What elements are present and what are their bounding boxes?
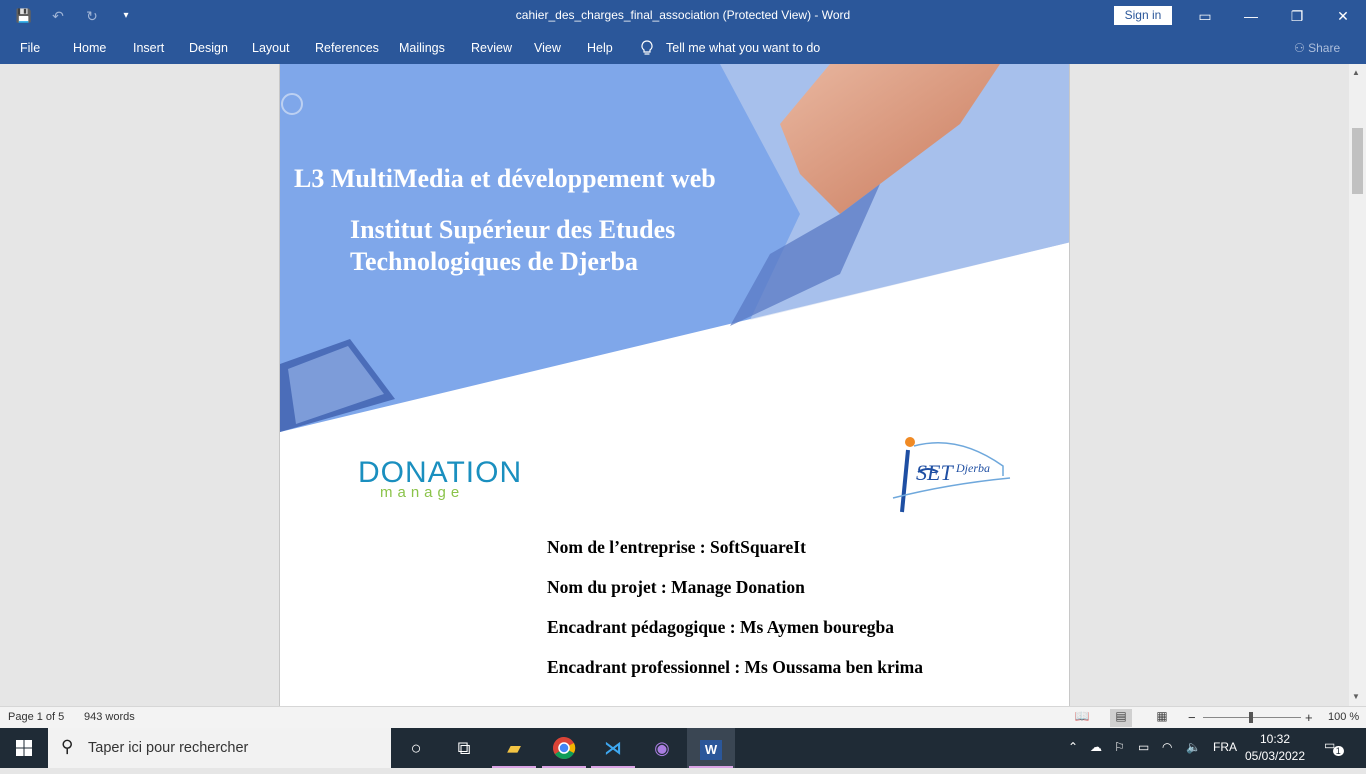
cover-banner: L3 MultiMedia et développement web Insti… [280,64,1069,444]
course-heading: L3 MultiMedia et développement web [294,164,716,193]
read-mode-icon[interactable]: 📖 [1071,709,1093,727]
page-count[interactable]: Page 1 of 5 [8,711,64,723]
battery-icon[interactable]: ▭ [1138,740,1149,754]
professional-supervisor: Encadrant professionnel : Ms Oussama ben… [547,657,923,677]
clock-date: 05/03/2022 [1244,749,1306,763]
vertical-scrollbar[interactable]: ▲ ▼ [1349,64,1366,706]
restore-button[interactable]: ❐ [1274,0,1320,32]
donation-manage-logo: DONATION manage [358,456,522,501]
sign-in-button[interactable]: Sign in [1114,6,1172,25]
person-icon: ⚇ [1294,41,1305,55]
github-desktop-icon[interactable]: ◉ [638,728,686,768]
close-button[interactable]: ✕ [1320,0,1366,32]
zoom-out-button[interactable]: − [1188,710,1196,725]
print-layout-icon[interactable]: ▤ [1110,709,1132,727]
taskbar: ⚲ Taper ici pour rechercher ○ ⧉ ▰ ⋊ ◉ W … [0,728,1366,768]
search-icon: ⚲ [61,737,74,756]
search-placeholder: Taper ici pour rechercher [88,740,249,756]
web-layout-icon[interactable]: ▦ [1151,709,1173,727]
document-area[interactable]: L3 MultiMedia et développement web Insti… [0,64,1366,706]
scrollbar-thumb[interactable] [1352,128,1363,194]
svg-text:Djerba: Djerba [955,461,990,475]
show-hidden-icons-icon[interactable]: ⌃ [1068,740,1078,754]
tab-review[interactable]: Review [471,41,512,55]
tab-references[interactable]: References [315,41,379,55]
project-name: Nom du projet : Manage Donation [547,577,805,597]
status-bar: Page 1 of 5 943 words 📖 ▤ ▦ − + 100 % [0,706,1366,728]
action-center-icon[interactable]: ▭ 1 [1324,738,1350,756]
start-button[interactable] [0,728,48,768]
svg-text:SET: SET [916,460,954,485]
scroll-down-icon[interactable]: ▼ [1352,692,1360,701]
taskbar-search-box[interactable]: ⚲ Taper ici pour rechercher [48,728,391,768]
word-count[interactable]: 943 words [84,711,135,723]
lightbulb-icon [641,40,653,55]
share-label: Share [1308,41,1341,55]
tab-home[interactable]: Home [73,41,106,55]
chrome-icon[interactable] [540,728,588,768]
iset-djerba-logo: SET Djerba [892,437,1011,513]
share-button[interactable]: ⚇ Share [1294,41,1340,55]
clock-time: 10:32 [1259,732,1291,746]
ribbon-tabs: File Home Insert Design Layout Reference… [0,32,1366,64]
tell-me-text: Tell me what you want to do [666,41,821,55]
tab-file[interactable]: File [20,41,40,55]
zoom-slider-thumb[interactable] [1249,712,1253,723]
windows-icon [16,740,32,756]
cortana-icon[interactable]: ○ [392,728,440,768]
task-view-icon[interactable]: ⧉ [440,728,488,768]
security-icon[interactable]: ⚐ [1114,740,1125,754]
tab-mailings[interactable]: Mailings [399,41,445,55]
institute-heading-line-1: Institut Supérieur des Etudes [350,215,676,244]
volume-icon[interactable]: 🔈 [1186,740,1201,754]
tab-insert[interactable]: Insert [133,41,164,55]
system-clock[interactable]: 10:32 05/03/2022 [1240,731,1310,765]
institute-heading-line-2: Technologiques de Djerba [350,247,638,276]
academic-supervisor: Encadrant pédagogique : Ms Aymen bouregb… [547,617,894,637]
wifi-icon[interactable]: ◠ [1162,740,1172,754]
zoom-in-button[interactable]: + [1305,710,1313,725]
ribbon-display-options-icon[interactable]: ▭ [1182,0,1228,32]
file-explorer-icon[interactable]: ▰ [490,728,538,768]
word-taskbar-icon[interactable]: W [687,728,735,768]
institute-heading: Institut Supérieur des Etudes Technologi… [350,214,675,278]
tab-layout[interactable]: Layout [252,41,290,55]
input-language[interactable]: FRA [1213,740,1237,754]
vscode-icon[interactable]: ⋊ [589,728,637,768]
network-error-icon[interactable]: ☁ [1090,740,1102,754]
company-name: Nom de l’entreprise : SoftSquareIt [547,537,806,557]
tell-me-box[interactable]: Tell me what you want to do [640,40,820,56]
zoom-level[interactable]: 100 % [1328,711,1359,723]
document-page[interactable]: L3 MultiMedia et développement web Insti… [279,64,1070,706]
minimize-button[interactable]: — [1228,0,1274,32]
tab-help[interactable]: Help [587,41,613,55]
title-bar: 💾 ↶ ↻ ▾ cahier_des_charges_final_associa… [0,0,1366,32]
tab-view[interactable]: View [534,41,561,55]
scroll-up-icon[interactable]: ▲ [1352,68,1360,77]
chrome-logo [553,737,576,759]
tab-design[interactable]: Design [189,41,228,55]
notification-count: 1 [1332,746,1344,756]
